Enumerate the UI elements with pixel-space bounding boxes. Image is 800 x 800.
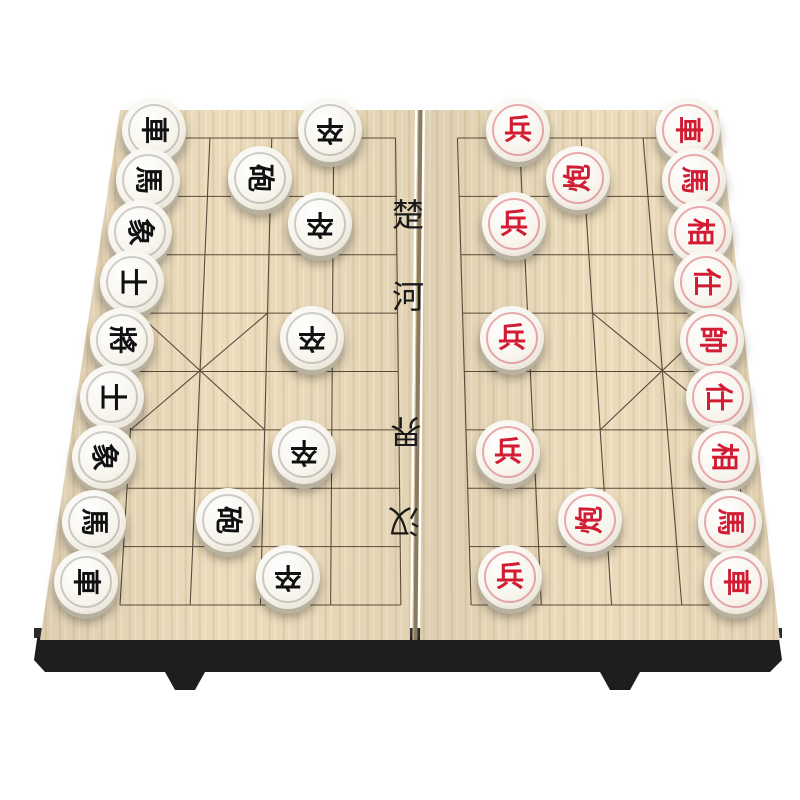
piece-label: 相 xyxy=(707,442,741,472)
piece-label: 車 xyxy=(137,115,171,145)
black-soldier-4[interactable]: 卒 xyxy=(272,420,336,484)
piece-label: 砲 xyxy=(211,505,245,535)
piece-label: 車 xyxy=(671,115,705,145)
piece-label: 炮 xyxy=(560,163,594,193)
piece-label: 馬 xyxy=(131,165,165,195)
red-soldier-2[interactable]: 兵 xyxy=(482,192,546,256)
piece-label: 馬 xyxy=(677,165,711,195)
black-chariot-bottom[interactable]: 車 xyxy=(54,550,118,614)
piece-label: 仕 xyxy=(689,267,723,297)
black-horse-bottom[interactable]: 馬 xyxy=(62,490,126,554)
red-advisor-top[interactable]: 仕 xyxy=(674,250,738,314)
piece-label: 馬 xyxy=(713,507,747,537)
black-soldier-3[interactable]: 卒 xyxy=(280,306,344,370)
piece-label: 卒 xyxy=(315,114,344,147)
black-cannon-bottom[interactable]: 砲 xyxy=(196,488,260,552)
black-cannon-top[interactable]: 砲 xyxy=(228,146,292,210)
piece-label: 將 xyxy=(105,325,139,355)
piece-label: 車 xyxy=(69,567,103,597)
piece-label: 炮 xyxy=(572,505,606,535)
piece-label: 相 xyxy=(683,217,717,247)
piece-label: 帥 xyxy=(695,325,729,355)
red-chariot-bottom[interactable]: 車 xyxy=(704,550,768,614)
red-advisor-bottom[interactable]: 仕 xyxy=(686,365,750,429)
piece-label: 卒 xyxy=(297,322,326,355)
river-char-4: 汉 xyxy=(388,502,421,540)
piece-label: 兵 xyxy=(493,435,522,468)
piece-label: 卒 xyxy=(273,561,302,594)
piece-label: 象 xyxy=(87,442,121,472)
river-char-1: 楚 xyxy=(391,196,424,234)
black-elephant-bottom[interactable]: 象 xyxy=(72,425,136,489)
red-marshal[interactable]: 帥 xyxy=(680,308,744,372)
board-base xyxy=(34,632,782,690)
piece-label: 砲 xyxy=(243,163,277,193)
black-general[interactable]: 將 xyxy=(90,308,154,372)
piece-label: 象 xyxy=(123,217,157,247)
piece-label: 兵 xyxy=(503,113,532,146)
black-soldier-2[interactable]: 卒 xyxy=(288,192,352,256)
piece-label: 兵 xyxy=(495,560,524,593)
piece-label: 士 xyxy=(95,382,129,412)
river-char-3: 界 xyxy=(390,412,423,450)
red-soldier-3[interactable]: 兵 xyxy=(480,306,544,370)
black-advisor-top[interactable]: 士 xyxy=(100,250,164,314)
red-cannon-top[interactable]: 炮 xyxy=(546,146,610,210)
piece-label: 仕 xyxy=(701,382,735,412)
red-soldier-5[interactable]: 兵 xyxy=(478,545,542,609)
piece-label: 卒 xyxy=(289,436,318,469)
piece-label: 卒 xyxy=(305,208,334,241)
red-minister-bottom[interactable]: 相 xyxy=(692,425,756,489)
red-cannon-bottom[interactable]: 炮 xyxy=(558,488,622,552)
piece-label: 士 xyxy=(115,267,149,297)
piece-label: 車 xyxy=(719,567,753,597)
piece-label: 馬 xyxy=(77,507,111,537)
red-soldier-4[interactable]: 兵 xyxy=(476,420,540,484)
black-advisor-bottom[interactable]: 士 xyxy=(80,365,144,429)
black-soldier-1[interactable]: 卒 xyxy=(298,98,362,162)
piece-label: 兵 xyxy=(499,207,528,240)
piece-label: 兵 xyxy=(497,321,526,354)
black-soldier-5[interactable]: 卒 xyxy=(256,545,320,609)
red-horse-bottom[interactable]: 馬 xyxy=(698,490,762,554)
river-char-2: 河 xyxy=(391,278,424,316)
red-soldier-1[interactable]: 兵 xyxy=(486,98,550,162)
